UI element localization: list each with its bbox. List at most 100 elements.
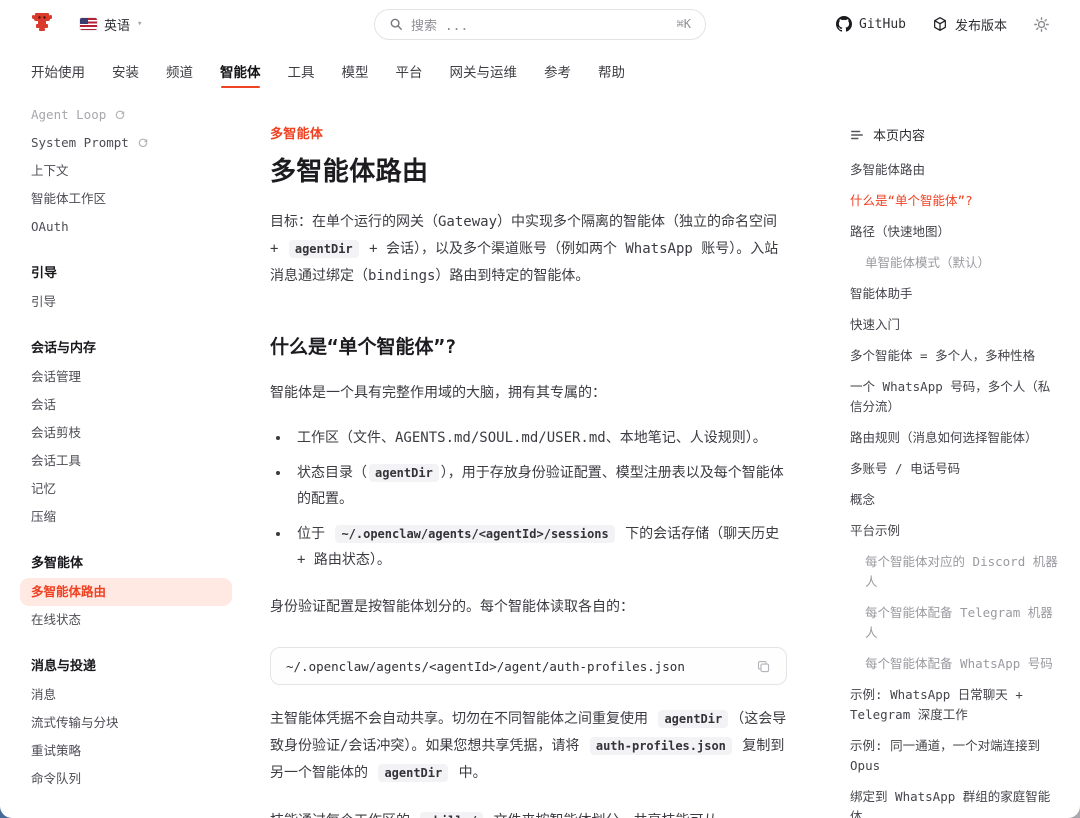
toc-item[interactable]: 示例: 同一通道，一个对端连接到 Opus xyxy=(850,730,1060,781)
copy-button[interactable] xyxy=(756,659,771,674)
language-selector[interactable]: 英语 ▾ xyxy=(80,15,142,34)
toc-item[interactable]: 绑定到 WhatsApp 群组的家庭智能体 xyxy=(850,781,1060,818)
top-header: 英语 ▾ 搜索 ... ⌘K GitHub xyxy=(0,0,1080,48)
nav-tab[interactable]: 智能体 xyxy=(220,48,261,95)
sidebar-item[interactable]: Agent Loop xyxy=(20,101,232,129)
toc-item[interactable]: 多个智能体 = 多个人，多种性格 xyxy=(850,340,1060,371)
sidebar-item-label: 会话剪枝 xyxy=(31,425,81,441)
sidebar-group: 会话与内存 会话管理 xyxy=(20,330,232,531)
nav-tab[interactable]: 模型 xyxy=(342,48,369,95)
sidebar-item[interactable]: 智能体工作区 xyxy=(20,185,232,213)
sidebar-group-title: 会话与内存 xyxy=(20,330,232,363)
toc-item[interactable]: 每个智能体对应的 Discord 机器人 xyxy=(850,546,1060,597)
sidebar-group-title: 多智能体 xyxy=(20,545,232,578)
section-heading-single-agent: 什么是“单个智能体”? xyxy=(270,332,787,359)
toc-item[interactable]: 多智能体路由 xyxy=(850,154,1060,185)
sidebar-group-title: 消息与投递 xyxy=(20,648,232,681)
sidebar-item[interactable]: 会话 xyxy=(20,391,232,419)
sidebar-item-label: 流式传输与分块 xyxy=(31,715,119,731)
outline-icon xyxy=(850,128,864,142)
toc-item[interactable]: 路径（快速地图） xyxy=(850,216,1060,247)
paragraph-goal: 目标：在单个运行的网关（Gateway）中实现多个隔离的智能体（独立的命名空间 … xyxy=(270,209,787,290)
agent-scope-list: 工作区（文件、AGENTS.md/SOUL.md/USER.md、本地笔记、人设… xyxy=(270,425,787,573)
sidebar-item[interactable]: 多智能体路由 xyxy=(20,578,232,606)
toc-item[interactable]: 概念 xyxy=(850,484,1060,515)
search-icon xyxy=(389,17,403,31)
github-link[interactable]: GitHub xyxy=(836,16,906,32)
toc-item[interactable]: 智能体助手 xyxy=(850,278,1060,309)
sidebar-item-label: Agent Loop xyxy=(31,107,106,123)
inline-code: ~/.openclaw/agents/<agentId>/sessions xyxy=(335,525,614,543)
sidebar-item[interactable]: 会话管理 xyxy=(20,363,232,391)
primary-nav: 开始使用安装频道智能体工具模型平台网关与运维参考帮助 xyxy=(0,48,1080,95)
sidebar-item[interactable]: 上下文 xyxy=(20,157,232,185)
nav-tab[interactable]: 开始使用 xyxy=(31,48,85,95)
search-button[interactable]: 搜索 ... ⌘K xyxy=(374,9,706,40)
toc-item[interactable]: 每个智能体配备 Telegram 机器人 xyxy=(850,597,1060,648)
nav-tab[interactable]: 参考 xyxy=(544,48,571,95)
sidebar-item[interactable]: 消息 xyxy=(20,681,232,709)
release-link[interactable]: 发布版本 xyxy=(932,15,1007,34)
sidebar-item[interactable]: 命令队列 xyxy=(20,765,232,793)
sidebar-group-list: 多智能体路由 在线状态 xyxy=(20,578,232,634)
toc-item[interactable]: 单智能体模式（默认） xyxy=(850,247,1060,278)
sidebar-item-label: 多智能体路由 xyxy=(31,584,106,600)
toc-list: 多智能体路由什么是“单个智能体”?路径（快速地图）单智能体模式（默认）智能体助手… xyxy=(850,154,1060,818)
nav-tab[interactable]: 安装 xyxy=(112,48,139,95)
sidebar-item[interactable]: OAuth xyxy=(20,213,232,241)
site-logo[interactable] xyxy=(30,10,54,38)
sidebar-group-list: 引导 xyxy=(20,288,232,316)
toc-item[interactable]: 每个智能体配备 WhatsApp 号码 xyxy=(850,648,1060,679)
sidebar-item-label: OAuth xyxy=(31,219,69,235)
nav-tab[interactable]: 频道 xyxy=(166,48,193,95)
sidebar-item-label: 命令队列 xyxy=(31,771,81,787)
paragraph-share: 主智能体凭据不会自动共享。切勿在不同智能体之间重复使用 agentDir（这会导… xyxy=(270,706,787,787)
sidebar-item-label: 压缩 xyxy=(31,509,56,525)
docs-window: 英语 ▾ 搜索 ... ⌘K GitHub xyxy=(0,0,1080,818)
sidebar-item[interactable]: 会话工具 xyxy=(20,447,232,475)
package-icon xyxy=(932,16,948,32)
sidebar-item[interactable]: 记忆 xyxy=(20,475,232,503)
nav-tab[interactable]: 帮助 xyxy=(598,48,625,95)
sidebar-item[interactable]: 会话剪枝 xyxy=(20,419,232,447)
toc-item[interactable]: 示例: WhatsApp 日常聊天 + Telegram 深度工作 xyxy=(850,679,1060,730)
nav-tab[interactable]: 工具 xyxy=(288,48,315,95)
language-label: 英语 xyxy=(104,15,130,34)
toc-item[interactable]: 什么是“单个智能体”? xyxy=(850,185,1060,216)
us-flag-icon xyxy=(80,18,97,30)
paragraph-brain: 智能体是一个具有完整作用域的大脑，拥有其专属的： xyxy=(270,380,787,407)
sidebar-item[interactable]: 引导 xyxy=(20,288,232,316)
toc-item[interactable]: 一个 WhatsApp 号码，多个人（私信分流） xyxy=(850,371,1060,422)
theme-toggle[interactable] xyxy=(1033,16,1050,33)
sidebar-item-label: 会话工具 xyxy=(31,453,81,469)
lobster-logo-icon xyxy=(30,10,54,38)
paragraph-skills: 技能通过每个工作区的 skills/ 文件夹按智能体划分，共享技能可从 ~/.o… xyxy=(270,808,787,818)
sidebar-group: 多智能体 多智能体路由 xyxy=(20,545,232,634)
sidebar-item[interactable]: 压缩 xyxy=(20,503,232,531)
loop-icon xyxy=(115,110,125,120)
sidebar-item[interactable]: 流式传输与分块 xyxy=(20,709,232,737)
nav-tab[interactable]: 平台 xyxy=(396,48,423,95)
toc-item[interactable]: 多账号 / 电话号码 xyxy=(850,453,1060,484)
toc-item[interactable]: 平台示例 xyxy=(850,515,1060,546)
list-item: 工作区（文件、AGENTS.md/SOUL.md/USER.md、本地笔记、人设… xyxy=(291,425,787,451)
search-placeholder: 搜索 ... xyxy=(411,15,468,34)
article-eyebrow: 多智能体 xyxy=(270,123,787,142)
sidebar-item[interactable]: 重试策略 xyxy=(20,737,232,765)
sidebar-group: 消息与投递 消息 xyxy=(20,648,232,793)
list-item: 状态目录（agentDir），用于存放身份验证配置、模型注册表以及每个智能体的配… xyxy=(291,460,787,512)
github-icon xyxy=(836,16,852,32)
toc-item[interactable]: 路由规则（消息如何选择智能体） xyxy=(850,422,1060,453)
nav-tab[interactable]: 网关与运维 xyxy=(450,48,518,95)
chevron-down-icon: ▾ xyxy=(137,19,142,29)
sidebar-item[interactable]: 在线状态 xyxy=(20,606,232,634)
sidebar-group-list: 消息 流式传输与分块 xyxy=(20,681,232,793)
toc-item[interactable]: 快速入门 xyxy=(850,309,1060,340)
sidebar-item-label: System Prompt xyxy=(31,135,129,151)
github-label: GitHub xyxy=(859,17,906,32)
sidebar-group: Agent Loop System Prompt xyxy=(20,101,232,241)
inline-code: agentDir xyxy=(369,464,439,482)
sidebar-group: 引导 引导 xyxy=(20,255,232,316)
sidebar-item[interactable]: System Prompt xyxy=(20,129,232,157)
inline-code: agentDir xyxy=(378,764,448,782)
